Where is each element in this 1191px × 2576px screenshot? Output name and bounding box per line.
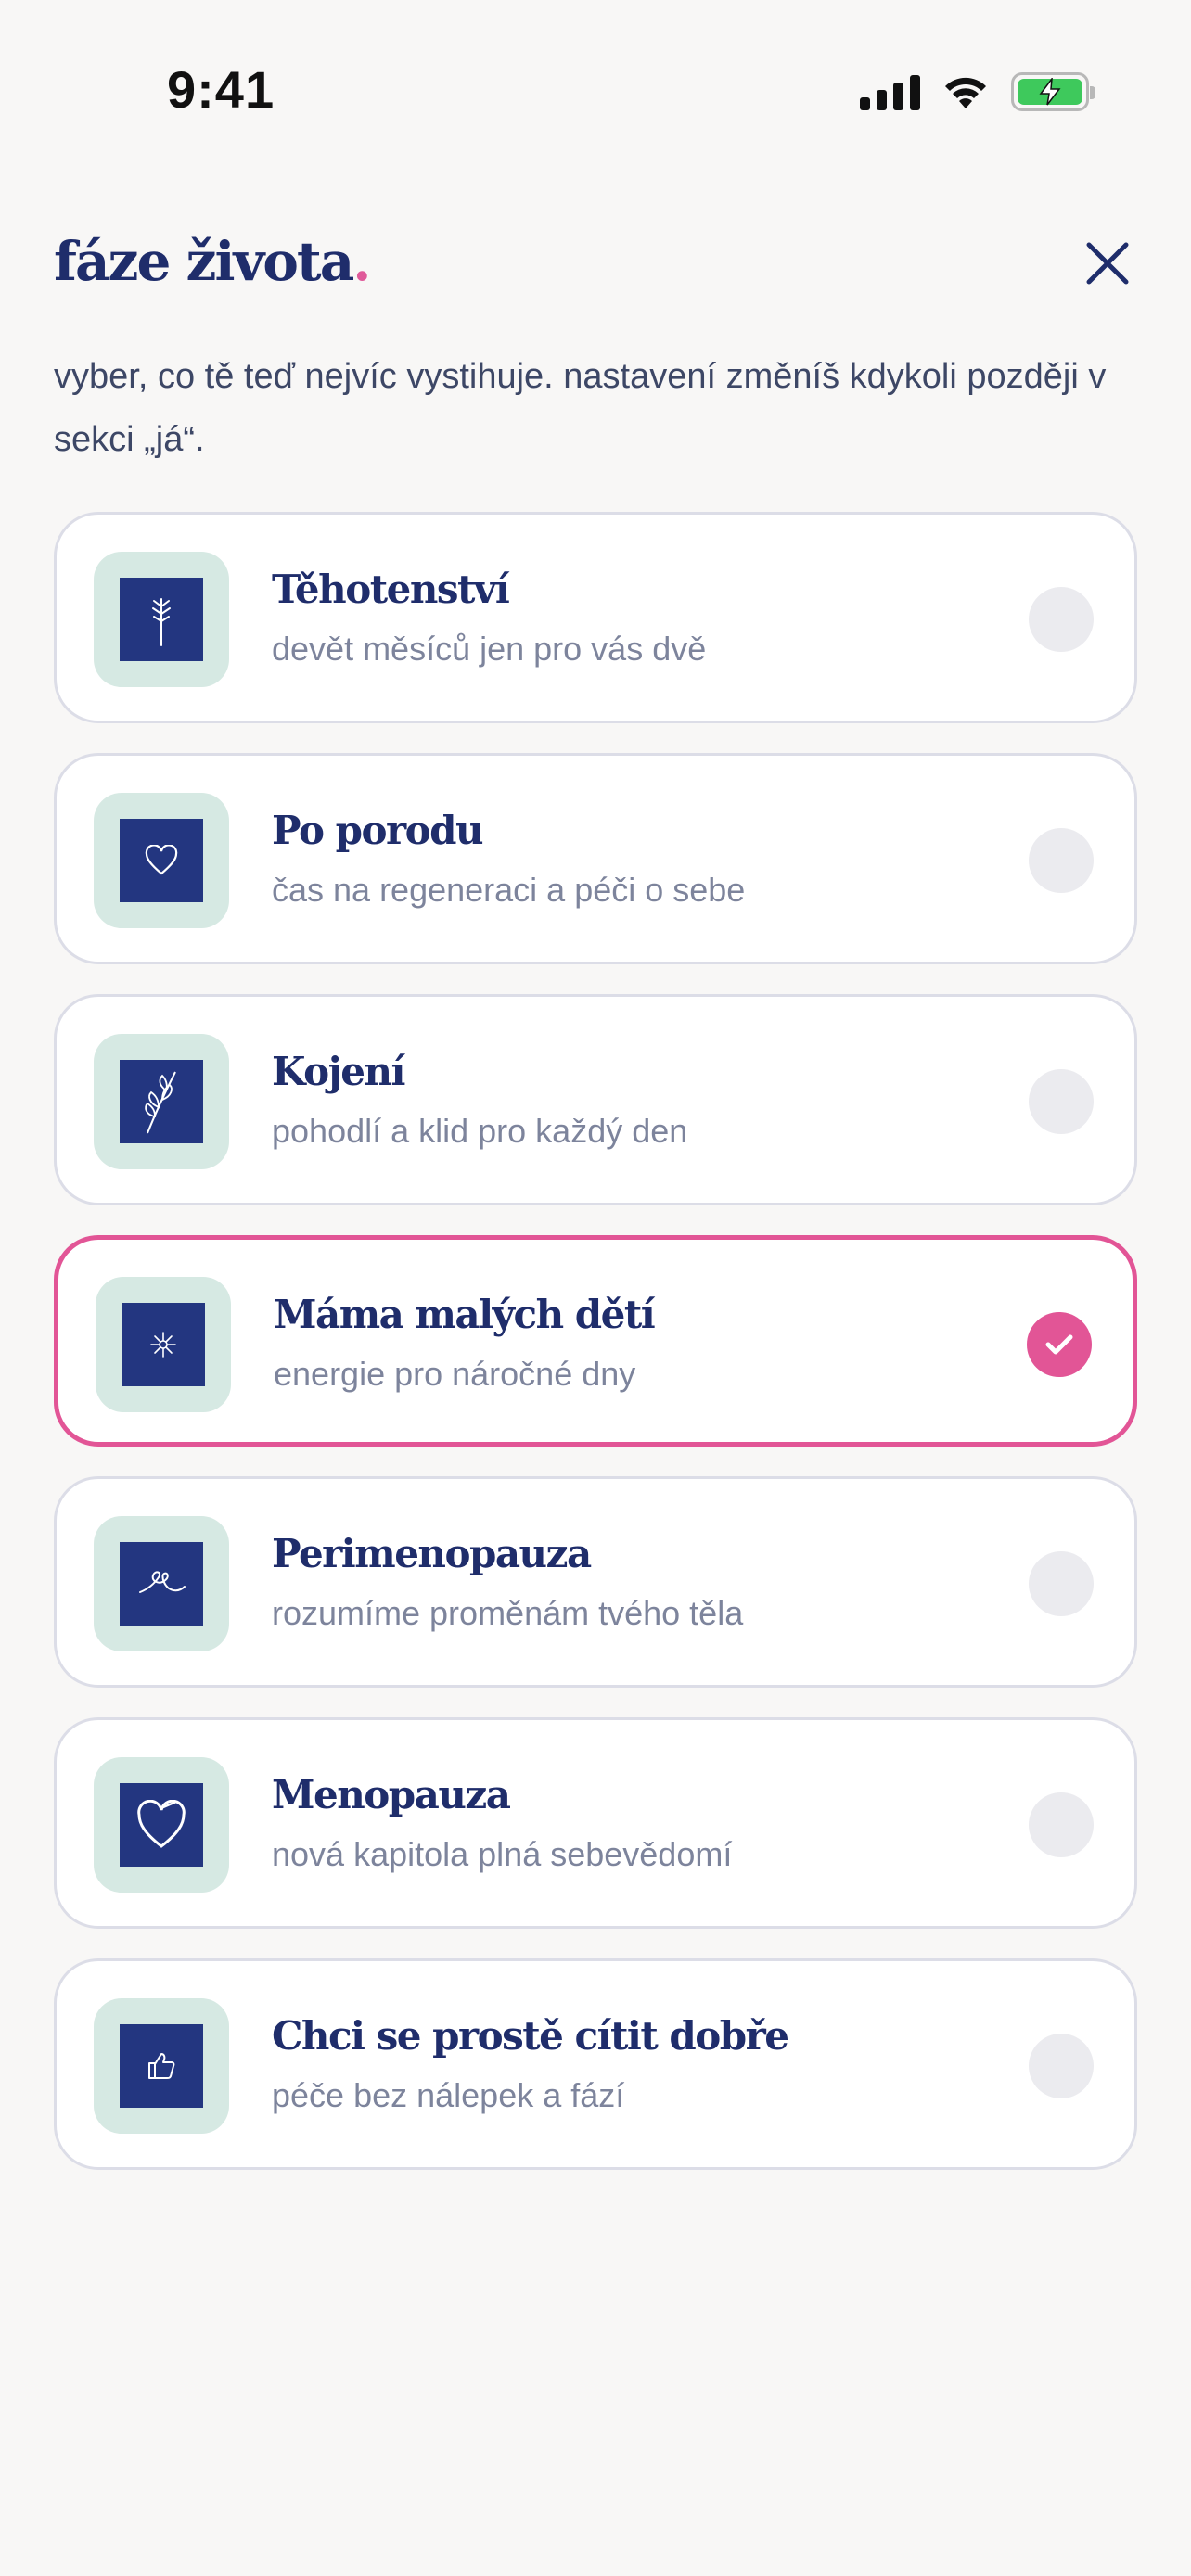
- status-bar: 9:41: [0, 0, 1191, 176]
- signal-icon: [860, 73, 920, 110]
- option-icon-tile: [94, 1516, 229, 1651]
- option-subtitle: pohodlí a klid pro každý den: [272, 1112, 688, 1150]
- option-title: Těhotenství: [272, 567, 510, 612]
- option-title: Máma malých dětí: [274, 1292, 656, 1337]
- option-icon-tile: [96, 1277, 231, 1412]
- page-title: fáze života: [54, 230, 354, 293]
- radio-button[interactable]: [1029, 587, 1094, 652]
- option-icon-tile: [94, 1998, 229, 2134]
- close-button[interactable]: [1078, 234, 1137, 293]
- radio-button[interactable]: [1029, 2034, 1094, 2098]
- life-phase-options: Těhotenství devět měsíců jen pro vás dvě…: [54, 512, 1137, 2200]
- battery-charging-icon: [1011, 72, 1095, 111]
- option-citit-se-dobre[interactable]: Chci se prostě cítit dobře péče bez nále…: [54, 1958, 1137, 2170]
- status-time: 9:41: [167, 60, 275, 119]
- option-kojeni[interactable]: Kojení pohodlí a klid pro každý den: [54, 994, 1137, 1205]
- option-subtitle: devět měsíců jen pro vás dvě: [272, 630, 707, 668]
- option-subtitle: péče bez nálepek a fází: [272, 2076, 625, 2114]
- heart-outline-icon: [120, 1783, 203, 1867]
- radio-button[interactable]: [1029, 1069, 1094, 1134]
- radio-button[interactable]: [1029, 1551, 1094, 1616]
- option-icon-tile: [94, 793, 229, 928]
- option-icon-tile: [94, 552, 229, 687]
- status-icons: [860, 72, 1095, 111]
- option-title: Kojení: [272, 1049, 406, 1094]
- radio-button[interactable]: [1029, 828, 1094, 893]
- intro-text: vyber, co tě teď nejvíc vystihuje. nasta…: [54, 357, 1107, 459]
- option-title: Perimenopauza: [272, 1531, 592, 1576]
- radio-button[interactable]: [1029, 1792, 1094, 1857]
- leaf-icon: [120, 1060, 203, 1143]
- wheat-icon: [120, 578, 203, 661]
- option-subtitle: energie pro náročné dny: [274, 1355, 636, 1393]
- check-icon: [1045, 1334, 1073, 1355]
- swirl-icon: [120, 1542, 203, 1626]
- header: fáze života.: [54, 230, 1137, 304]
- option-po-porodu[interactable]: Po porodu čas na regeneraci a péči o seb…: [54, 753, 1137, 964]
- option-title: Chci se prostě cítit dobře: [272, 2013, 789, 2059]
- option-subtitle: rozumíme proměnám tvého těla: [272, 1594, 744, 1632]
- heart-icon: [120, 819, 203, 902]
- sparkle-icon: [122, 1303, 205, 1386]
- title-dot: .: [352, 230, 372, 293]
- option-icon-tile: [94, 1034, 229, 1169]
- close-icon: [1086, 242, 1129, 285]
- option-title: Menopauza: [272, 1772, 511, 1817]
- option-mama-malych-deti[interactable]: Máma malých dětí energie pro náročné dny: [54, 1235, 1137, 1447]
- option-perimenopauza[interactable]: Perimenopauza rozumíme proměnám tvého tě…: [54, 1476, 1137, 1688]
- thumbs-up-icon: [120, 2024, 203, 2108]
- option-tehotenstvi[interactable]: Těhotenství devět měsíců jen pro vás dvě: [54, 512, 1137, 723]
- radio-button-checked[interactable]: [1027, 1312, 1092, 1377]
- option-subtitle: nová kapitola plná sebevědomí: [272, 1835, 733, 1873]
- option-menopauza[interactable]: Menopauza nová kapitola plná sebevědomí: [54, 1717, 1137, 1929]
- option-icon-tile: [94, 1757, 229, 1893]
- wifi-icon: [945, 77, 986, 108]
- option-subtitle: čas na regeneraci a péči o sebe: [272, 871, 746, 909]
- option-title: Po porodu: [272, 808, 484, 853]
